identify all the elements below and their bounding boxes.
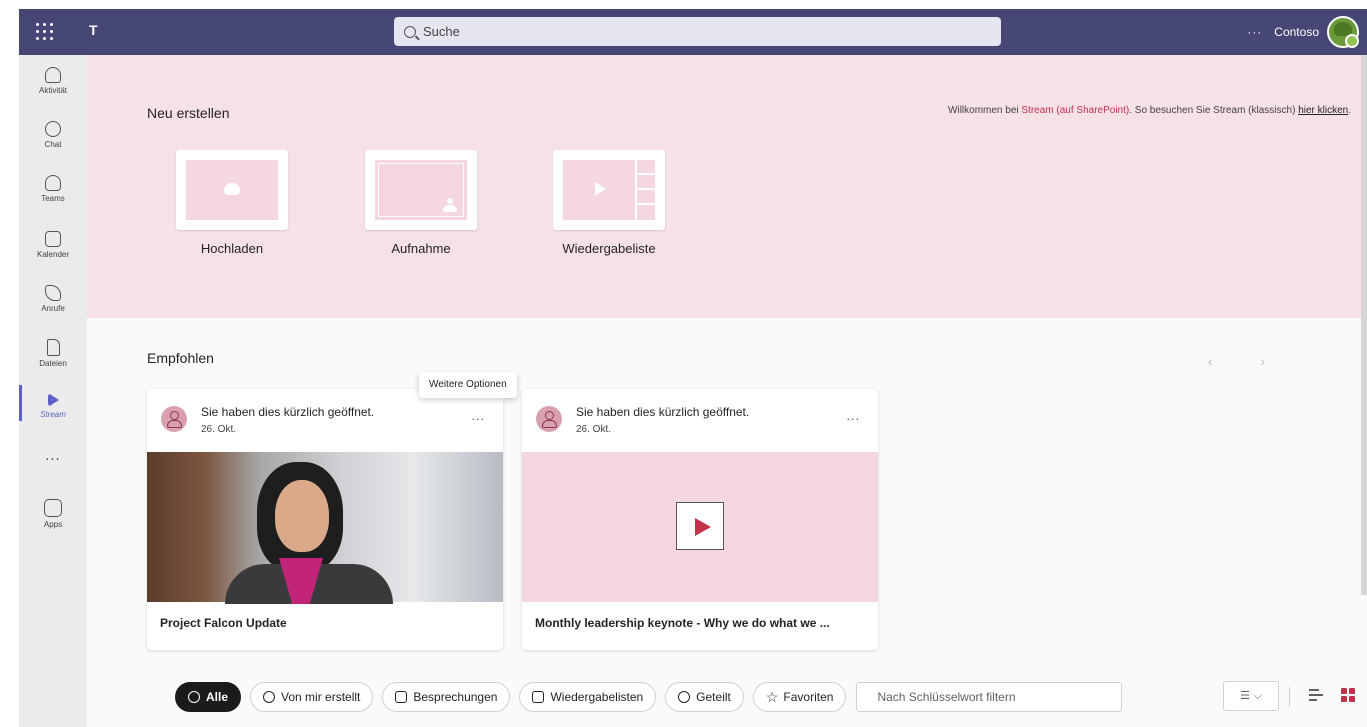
- tooltip: Weitere Optionen: [419, 372, 517, 398]
- person-icon: [161, 406, 187, 432]
- app-launcher-icon[interactable]: [33, 20, 57, 44]
- rail-item-label: Apps: [43, 520, 63, 529]
- rail-item-calls[interactable]: Anrufe: [19, 279, 87, 329]
- divider: [1289, 687, 1290, 707]
- rail-item-activity[interactable]: Aktivität: [19, 61, 87, 111]
- activity-text: Sie haben dies kürzlich geöffnet.: [201, 405, 375, 419]
- welcome-text: Willkommen bei: [948, 105, 1022, 116]
- calendar-icon: [45, 231, 61, 247]
- video-thumbnail[interactable]: [147, 452, 503, 604]
- file-icon: [46, 339, 60, 356]
- list-view-icon[interactable]: [1309, 689, 1323, 701]
- teams-icon: [45, 175, 61, 191]
- video-thumbnail[interactable]: [522, 452, 878, 602]
- activity-text: Sie haben dies kürzlich geöffnet.: [576, 405, 750, 419]
- classic-link[interactable]: hier klicken: [1298, 105, 1348, 116]
- filter-bar: Alle Von mir erstellt Besprechungen Wied…: [175, 681, 1123, 713]
- filter-label: Favoriten: [783, 690, 834, 704]
- search-placeholder: Suche: [423, 24, 460, 39]
- filter-playlists[interactable]: Wiedergabelisten: [519, 682, 657, 712]
- create-section: Neu erstellen Willkommen bei Stream (auf…: [87, 55, 1367, 318]
- keyword-filter-input[interactable]: Nach Schlüsselwort filtern: [856, 682, 1123, 712]
- rail-item-label: Chat: [44, 140, 62, 149]
- stream-content: Neu erstellen Willkommen bei Stream (auf…: [87, 55, 1367, 727]
- record-icon: [375, 160, 467, 220]
- playlist-icon: [563, 160, 655, 220]
- video-card[interactable]: Sie haben dies kürzlich geöffnet. 26. Ok…: [147, 389, 503, 650]
- stack-icon: [188, 691, 200, 703]
- welcome-text: .: [1348, 105, 1351, 116]
- more-options-button[interactable]: ···: [472, 413, 486, 426]
- rail-item-label: Kalender: [36, 250, 70, 259]
- rail-item-files[interactable]: Dateien: [19, 333, 87, 383]
- org-name[interactable]: Contoso: [1274, 25, 1319, 39]
- grid-view-icon[interactable]: [1341, 688, 1355, 702]
- playlist-tile[interactable]: [553, 150, 665, 230]
- search-icon: [404, 25, 416, 38]
- record-tile[interactable]: [365, 150, 477, 230]
- rail-item-label: Stream: [40, 410, 66, 419]
- teams-window: T Suche ··· Contoso Aktivität Chat Teams…: [19, 9, 1367, 727]
- upload-tile[interactable]: [176, 150, 288, 230]
- more-options-button[interactable]: ···: [847, 413, 861, 426]
- stream-icon: [47, 393, 59, 407]
- phone-icon: [45, 285, 61, 301]
- welcome-text: . So besuchen Sie Stream (klassisch): [1129, 105, 1299, 116]
- star-icon: ☆: [765, 688, 779, 705]
- account-area: ··· Contoso: [1247, 15, 1359, 49]
- avatar[interactable]: [1327, 16, 1359, 48]
- filter-label: Geteilt: [696, 690, 731, 704]
- scrollbar[interactable]: [1361, 55, 1367, 595]
- video-card[interactable]: Sie haben dies kürzlich geöffnet. 26. Ok…: [522, 389, 878, 650]
- filter-label: Von mir erstellt: [281, 690, 361, 704]
- tile-label[interactable]: Wiedergabeliste: [553, 241, 665, 256]
- filter-created-by-me[interactable]: Von mir erstellt: [250, 682, 374, 712]
- apps-icon: [44, 499, 62, 517]
- section-title: Neu erstellen: [147, 105, 230, 121]
- play-icon: [676, 502, 724, 550]
- rail-item-label: Dateien: [39, 359, 67, 368]
- activity-date: 26. Okt.: [576, 424, 612, 435]
- rail-item-stream[interactable]: Stream: [19, 387, 87, 437]
- rail-item-label: Anrufe: [41, 304, 65, 313]
- playlist-icon: [532, 691, 545, 703]
- search-box[interactable]: Suche: [394, 17, 1001, 46]
- calendar-icon: [395, 691, 408, 703]
- activity-date: 26. Okt.: [201, 424, 237, 435]
- filter-label: Wiedergabelisten: [550, 690, 644, 704]
- carousel-nav[interactable]: ‹ ›: [1208, 353, 1287, 369]
- person-icon: [536, 406, 562, 432]
- filter-meetings[interactable]: Besprechungen: [382, 682, 511, 712]
- sort-dropdown[interactable]: ☰ ⌵: [1223, 681, 1279, 711]
- rail-item-apps[interactable]: Apps: [19, 493, 87, 543]
- people-icon: [678, 691, 691, 703]
- more-apps-icon[interactable]: ···: [19, 453, 87, 468]
- rail-item-calendar[interactable]: Kalender: [19, 225, 87, 275]
- filter-favorites[interactable]: ☆ Favoriten: [752, 682, 847, 712]
- recommended-title: Empfohlen: [147, 350, 214, 366]
- rail-item-chat[interactable]: Chat: [19, 115, 87, 165]
- rail-item-label: Aktivität: [38, 86, 67, 95]
- stream-link[interactable]: Stream (auf SharePoint): [1021, 105, 1129, 116]
- teams-logo-icon: T: [89, 22, 98, 38]
- bell-icon: [45, 67, 61, 83]
- upload-cloud-icon: [186, 160, 278, 220]
- video-title[interactable]: Project Falcon Update: [160, 616, 287, 630]
- tile-label[interactable]: Hochladen: [176, 241, 288, 256]
- top-bar: T Suche ··· Contoso: [19, 9, 1367, 55]
- person-icon: [263, 691, 276, 703]
- rail-item-label: Teams: [41, 194, 65, 203]
- tile-label[interactable]: Aufnahme: [365, 241, 477, 256]
- filter-all[interactable]: Alle: [175, 682, 242, 712]
- filter-label: Besprechungen: [413, 690, 498, 704]
- more-options-icon[interactable]: ···: [1247, 25, 1262, 39]
- welcome-banner: Willkommen bei Stream (auf SharePoint). …: [948, 105, 1351, 116]
- filter-shared[interactable]: Geteilt: [665, 682, 744, 712]
- filter-label: Alle: [206, 690, 229, 704]
- app-rail: Aktivität Chat Teams Kalender Anrufe Dat…: [19, 55, 87, 727]
- rail-item-teams[interactable]: Teams: [19, 169, 87, 219]
- chat-icon: [45, 121, 61, 137]
- video-title[interactable]: Monthly leadership keynote - Why we do w…: [535, 616, 830, 630]
